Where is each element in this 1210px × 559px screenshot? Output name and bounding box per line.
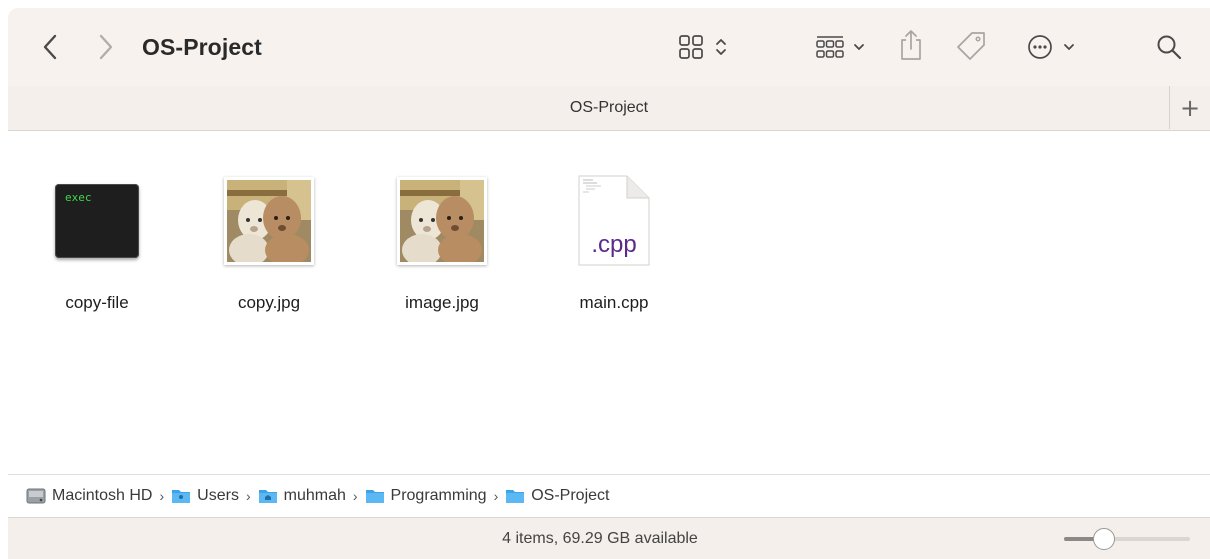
view-mode-button[interactable] bbox=[672, 30, 734, 64]
file-name: copy-file bbox=[65, 293, 129, 312]
path-item-users[interactable]: Users bbox=[171, 487, 239, 505]
icon-size-slider[interactable] bbox=[1064, 528, 1190, 550]
chevron-updown-icon bbox=[716, 39, 726, 55]
folder-icon bbox=[506, 490, 525, 503]
finder-window: OS-Project OS-Project + exec copy-file c… bbox=[8, 8, 1210, 559]
tag-button[interactable] bbox=[954, 28, 988, 64]
path-item-muhmah[interactable]: muhmah bbox=[258, 487, 346, 505]
group-by-icon bbox=[816, 36, 844, 58]
file-item-main-cpp[interactable]: .cpp main.cpp bbox=[539, 171, 689, 313]
file-name: main.cpp bbox=[579, 293, 649, 312]
tag-icon bbox=[957, 32, 985, 60]
window-title: OS-Project bbox=[142, 34, 262, 60]
chevron-down-icon bbox=[1064, 44, 1074, 50]
path-item-label: Programming bbox=[390, 487, 487, 504]
hard-drive-icon bbox=[26, 488, 46, 504]
search-icon bbox=[1157, 35, 1182, 60]
group-by-button[interactable] bbox=[808, 30, 872, 64]
ellipsis-circle-icon bbox=[1028, 35, 1052, 59]
alpaca-photo bbox=[400, 180, 484, 262]
file-area: exec copy-file copy.jpg image.jpg .cpp m… bbox=[8, 131, 1210, 473]
tab-os-project[interactable]: OS-Project bbox=[8, 86, 1210, 130]
path-separator-icon: › bbox=[352, 488, 358, 504]
plus-icon: + bbox=[1179, 93, 1201, 122]
forward-button[interactable] bbox=[92, 32, 120, 62]
thumbnail-frame bbox=[224, 177, 314, 265]
chevron-down-icon bbox=[854, 44, 864, 50]
document-page: .cpp bbox=[577, 175, 651, 267]
cpp-extension-label: .cpp bbox=[591, 231, 637, 258]
status-text: 4 items, 69.29 GB available bbox=[502, 530, 698, 547]
icon-grid-view-icon bbox=[679, 35, 703, 59]
share-button[interactable] bbox=[896, 26, 926, 64]
new-tab-button[interactable]: + bbox=[1169, 86, 1210, 129]
folder-icon bbox=[365, 490, 384, 503]
file-item-image-jpg[interactable]: image.jpg bbox=[367, 171, 517, 313]
path-separator-icon: › bbox=[245, 488, 251, 504]
home-folder-icon bbox=[258, 490, 277, 503]
share-icon bbox=[901, 30, 921, 60]
alpaca-photo bbox=[227, 180, 311, 262]
path-item-label: Users bbox=[197, 487, 239, 504]
path-item-programming[interactable]: Programming bbox=[365, 487, 487, 505]
toolbar: OS-Project bbox=[8, 8, 1210, 86]
file-item-copy-jpg[interactable]: copy.jpg bbox=[194, 171, 344, 313]
path-separator-icon: › bbox=[159, 488, 165, 504]
tab-bar: OS-Project + bbox=[8, 86, 1210, 131]
status-bar: 4 items, 69.29 GB available bbox=[8, 517, 1210, 559]
image-thumbnail-icon bbox=[219, 171, 319, 271]
executable-icon: exec bbox=[47, 171, 147, 271]
file-name: copy.jpg bbox=[237, 293, 301, 312]
file-name: image.jpg bbox=[405, 293, 479, 312]
thumbnail-frame bbox=[397, 177, 487, 265]
slider-knob[interactable] bbox=[1093, 528, 1115, 550]
path-separator-icon: › bbox=[493, 488, 499, 504]
back-button[interactable] bbox=[36, 32, 64, 62]
path-item-label: Macintosh HD bbox=[52, 487, 153, 504]
path-item-label: muhmah bbox=[283, 487, 346, 504]
search-button[interactable] bbox=[1152, 30, 1186, 64]
file-item-copy-file[interactable]: exec copy-file bbox=[22, 171, 172, 313]
terminal-exec-icon: exec bbox=[55, 184, 139, 258]
image-thumbnail-icon bbox=[392, 171, 492, 271]
chevron-right-icon bbox=[99, 34, 113, 60]
more-actions-button[interactable] bbox=[1020, 30, 1082, 64]
chevron-left-icon bbox=[43, 34, 57, 60]
path-item-macintosh-hd[interactable]: Macintosh HD bbox=[26, 487, 152, 505]
exec-badge: exec bbox=[65, 191, 92, 204]
cpp-document-icon: .cpp bbox=[564, 171, 664, 271]
users-folder-icon bbox=[172, 490, 191, 503]
path-item-label: OS-Project bbox=[531, 487, 610, 504]
path-bar: Macintosh HD › Users › muhmah › Programm… bbox=[8, 474, 1210, 517]
path-item-os-project[interactable]: OS-Project bbox=[505, 487, 609, 505]
